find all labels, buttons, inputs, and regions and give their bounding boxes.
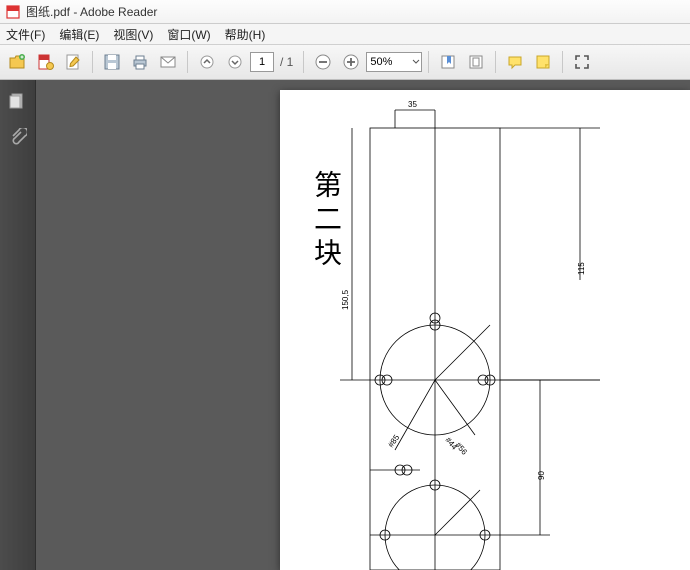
toolbar-separator (187, 51, 188, 73)
workspace: 第二块 35 115 (0, 80, 690, 570)
dim-r85: #85 (386, 433, 401, 450)
email-button[interactable] (155, 49, 181, 75)
zoom-level-value: 50% (370, 56, 392, 68)
toolbar-separator (495, 51, 496, 73)
dim-35: 35 (408, 100, 417, 109)
dim-90: 90 (537, 471, 546, 480)
menu-file[interactable]: 文件(F) (6, 26, 45, 43)
dim-115: 115 (577, 262, 586, 275)
comment-button[interactable] (502, 49, 528, 75)
bookmark-button[interactable] (435, 49, 461, 75)
toolbar-separator (428, 51, 429, 73)
page-down-button[interactable] (222, 49, 248, 75)
menu-help[interactable]: 帮助(H) (225, 26, 266, 43)
window-title: 图纸.pdf - Adobe Reader (26, 3, 157, 20)
toolbar-separator (562, 51, 563, 73)
sticky-note-button[interactable] (530, 49, 556, 75)
menu-window[interactable]: 窗口(W) (167, 26, 210, 43)
toolbar-separator (303, 51, 304, 73)
page-total-label: / 1 (276, 55, 297, 69)
menu-edit[interactable]: 编辑(E) (59, 26, 99, 43)
fit-page-button[interactable] (463, 49, 489, 75)
toolbar: / 1 50% (0, 44, 690, 80)
menu-bar: 文件(F) 编辑(E) 视图(V) 窗口(W) 帮助(H) (0, 24, 690, 44)
document-area[interactable]: 第二块 35 115 (36, 80, 690, 570)
edit-button[interactable] (60, 49, 86, 75)
save-button[interactable] (99, 49, 125, 75)
create-pdf-button[interactable] (32, 49, 58, 75)
fullscreen-button[interactable] (569, 49, 595, 75)
zoom-out-button[interactable] (310, 49, 336, 75)
pdf-file-icon (6, 5, 20, 19)
menu-view[interactable]: 视图(V) (113, 26, 153, 43)
page-number-input[interactable] (250, 52, 274, 72)
window-titlebar: 图纸.pdf - Adobe Reader (0, 0, 690, 24)
thumbnails-panel-icon[interactable] (7, 90, 29, 112)
toolbar-separator (92, 51, 93, 73)
pdf-page: 第二块 35 115 (280, 90, 690, 570)
attachments-panel-icon[interactable] (7, 126, 29, 148)
zoom-level-select[interactable]: 50% (366, 52, 422, 72)
print-button[interactable] (127, 49, 153, 75)
page-up-button[interactable] (194, 49, 220, 75)
technical-drawing: 35 115 (280, 90, 690, 570)
zoom-in-button[interactable] (338, 49, 364, 75)
open-file-button[interactable] (4, 49, 30, 75)
nav-sidebar (0, 80, 36, 570)
dim-1505: 150,5 (341, 289, 350, 310)
